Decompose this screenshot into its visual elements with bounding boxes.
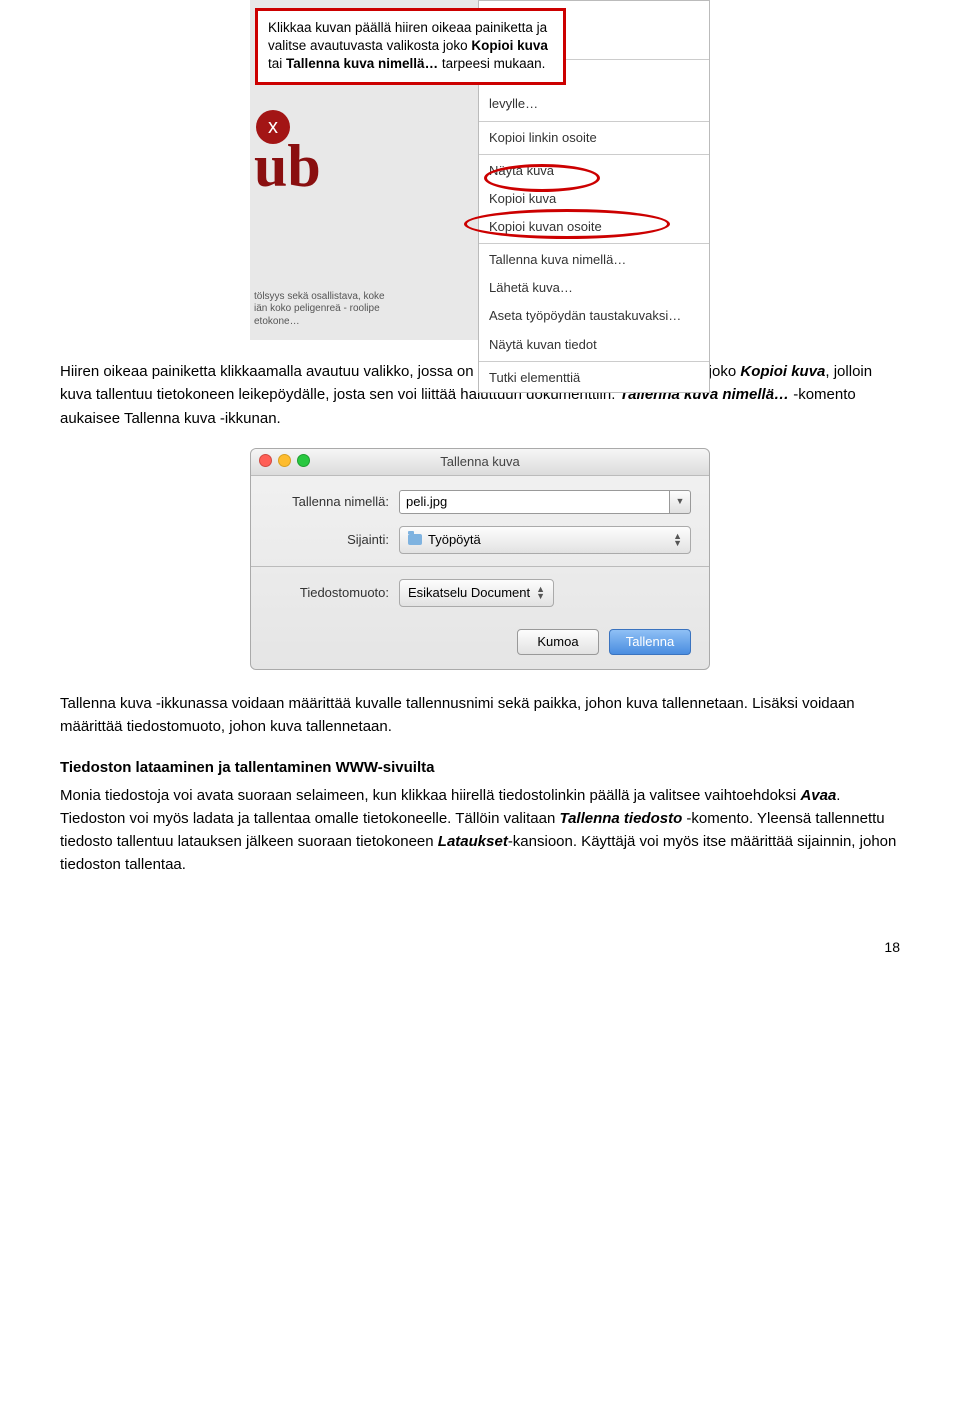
- bg-line-3: etokone…: [254, 316, 300, 327]
- format-value: Esikatselu Document: [408, 583, 530, 603]
- chevron-updown-icon: ▲▼: [536, 586, 545, 600]
- paragraph-save-dialog: Tallenna kuva -ikkunassa voidaan määritt…: [60, 692, 900, 739]
- instruction-callout: Klikkaa kuvan päällä hiiren oikeaa paini…: [255, 8, 566, 85]
- bg-line-1: tölsyys sekä osallistava, koke: [254, 291, 385, 302]
- menu-item-copy-image[interactable]: Kopioi kuva: [479, 185, 709, 213]
- term-tallenna-tiedosto: Tallenna tiedosto: [559, 810, 682, 827]
- zoom-icon[interactable]: [297, 454, 310, 467]
- label-format: Tiedostomuoto:: [269, 583, 389, 603]
- menu-item-inspect[interactable]: Tutki elementtiä: [479, 364, 709, 392]
- menu-item-image-info[interactable]: Näytä kuvan tiedot: [479, 331, 709, 359]
- term-kopioi-kuva: Kopioi kuva: [740, 363, 825, 380]
- save-button[interactable]: Tallenna: [609, 629, 691, 655]
- menu-item-copy-link[interactable]: Kopioi linkin osoite: [479, 124, 709, 152]
- menu-item-save-image-as[interactable]: Tallenna kuva nimellä…: [479, 246, 709, 274]
- paragraph-download: Monia tiedostoja voi avata suoraan selai…: [60, 784, 900, 877]
- chevron-updown-icon: ▲▼: [673, 533, 682, 547]
- filename-input[interactable]: [399, 490, 670, 514]
- location-value: Työpöytä: [428, 530, 481, 550]
- location-select[interactable]: Työpöytä ▲▼: [399, 526, 691, 554]
- figure-save-dialog: Tallenna kuva Tallenna nimellä: ▼ Sijain…: [250, 448, 710, 670]
- folder-icon: [408, 534, 422, 545]
- window-controls: [259, 454, 310, 467]
- menu-separator: [479, 121, 709, 122]
- bg-line-2: iän koko peligenreä - roolipe: [254, 303, 380, 314]
- section-heading: Tiedoston lataaminen ja tallentaminen WW…: [60, 756, 900, 779]
- text: Monia tiedostoja voi avata suoraan selai…: [60, 787, 800, 804]
- term-avaa: Avaa: [800, 787, 836, 804]
- background-small-text: tölsyys sekä osallistava, koke iän koko …: [254, 291, 385, 329]
- menu-item-set-wallpaper[interactable]: Aseta työpöydän taustakuvaksi…: [479, 302, 709, 330]
- format-select[interactable]: Esikatselu Document ▲▼: [399, 579, 554, 607]
- term-lataukset: Lataukset: [438, 833, 508, 850]
- save-dialog: Tallenna kuva Tallenna nimellä: ▼ Sijain…: [250, 448, 710, 670]
- minimize-icon[interactable]: [278, 454, 291, 467]
- callout-text: tai: [268, 56, 286, 71]
- close-icon[interactable]: [259, 454, 272, 467]
- expand-arrow-button[interactable]: ▼: [670, 490, 691, 514]
- dialog-title: Tallenna kuva: [440, 454, 520, 469]
- menu-item-show-image[interactable]: Näytä kuva: [479, 157, 709, 185]
- cancel-button[interactable]: Kumoa: [517, 629, 599, 655]
- figure-context-menu: x ub tölsyys sekä osallistava, koke iän …: [250, 0, 710, 340]
- menu-item[interactable]: levylle…: [479, 90, 709, 118]
- menu-separator: [479, 243, 709, 244]
- page-number: 18: [60, 937, 900, 959]
- background-large-text: ub: [254, 120, 321, 213]
- label-location: Sijainti:: [269, 530, 389, 550]
- callout-bold-copy: Kopioi kuva: [471, 38, 548, 53]
- menu-separator: [479, 361, 709, 362]
- divider: [251, 566, 709, 567]
- menu-item-send-image[interactable]: Lähetä kuva…: [479, 274, 709, 302]
- callout-text: tarpeesi mukaan.: [438, 56, 545, 71]
- menu-separator: [479, 154, 709, 155]
- callout-bold-save: Tallenna kuva nimellä…: [286, 56, 438, 71]
- label-save-as: Tallenna nimellä:: [269, 492, 389, 512]
- menu-item-copy-image-url[interactable]: Kopioi kuvan osoite: [479, 213, 709, 241]
- dialog-titlebar: Tallenna kuva: [251, 449, 709, 476]
